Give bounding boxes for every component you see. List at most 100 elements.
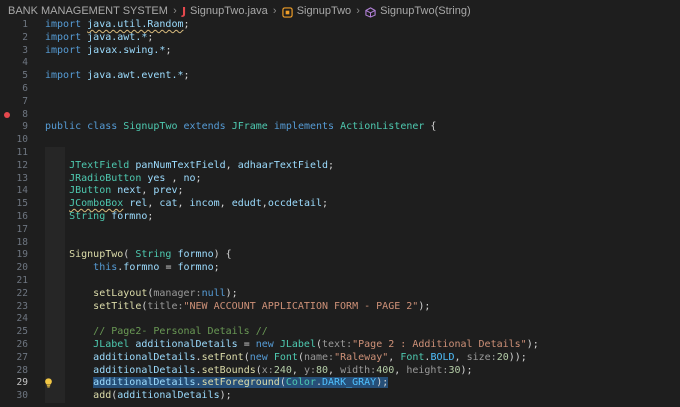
code-line[interactable]: 14 JButton next, prev; (0, 185, 680, 199)
code-token: additionalDetails (93, 377, 196, 389)
line-number: 17 (16, 223, 28, 235)
code-token: ); (219, 390, 232, 402)
code-line[interactable]: 28 additionalDetails.setBounds(x:240, y:… (0, 364, 680, 378)
code-line[interactable]: 15 JComboBox rel, cat, incom, edudt,occd… (0, 198, 680, 211)
code-line[interactable]: 10 (0, 134, 680, 147)
code-token: import (45, 19, 82, 30)
code-line[interactable]: 27 additionalDetails.setFont(new Font(na… (0, 351, 680, 365)
code-text: SignupTwo( String formno) { (45, 249, 232, 262)
code-line[interactable]: 20 this.formno = formno; (0, 262, 680, 275)
chevron-right-icon: › (272, 5, 277, 17)
code-token: import (45, 70, 82, 82)
code-token: new (249, 351, 268, 363)
code-token: ); (225, 287, 238, 299)
code-line[interactable]: 30 add(additionalDetails); (0, 390, 680, 403)
code-line[interactable]: 9 public class SignupTwo extends JFrame i… (0, 121, 680, 134)
code-token: no (183, 172, 196, 184)
code-token: ; (183, 70, 190, 82)
code-text: String formno; (45, 211, 153, 224)
code-token: name: (303, 351, 335, 363)
code-line[interactable]: 24 (0, 313, 680, 327)
indent-guide (45, 274, 65, 288)
code-token: "NEW ACCOUNT APPLICATION FORM - PAGE 2" (183, 300, 419, 312)
code-token: yes (147, 172, 166, 184)
code-line[interactable]: 29 additionalDetails.setForeground(Color… (0, 377, 680, 391)
code-token: SignupTwo (123, 121, 178, 133)
breakpoint-icon[interactable] (4, 111, 10, 118)
code-line[interactable]: 26 JLabel additionalDetails = new JLabel… (0, 338, 680, 352)
line-number: 15 (16, 198, 28, 210)
code-token: public (45, 121, 82, 133)
code-token: ; (328, 159, 335, 171)
line-number: 6 (22, 82, 28, 94)
code-line[interactable]: 4 (0, 57, 680, 70)
code-text: import java.util.Random; (45, 19, 190, 32)
code-token: , (147, 198, 160, 210)
code-line[interactable]: 11 (0, 146, 680, 160)
code-line[interactable]: 8 (0, 109, 680, 122)
code-line[interactable]: 6 (0, 83, 680, 96)
code-token: implements (273, 121, 335, 133)
indent-guide (45, 313, 65, 327)
breadcrumb-method[interactable]: SignupTwo(String) (380, 5, 471, 17)
code-lines[interactable]: 1 import java.util.Random; 2 import java.aw… (0, 19, 680, 403)
code-token: y: (303, 364, 316, 376)
code-token: String (69, 210, 106, 222)
chevron-right-icon: › (173, 5, 177, 17)
code-token: ); (418, 300, 431, 312)
code-token: text: (322, 338, 353, 350)
code-token: JButton (69, 185, 112, 197)
code-token: ) { (213, 249, 232, 261)
code-token: ActionListener (340, 121, 425, 133)
code-token: setFont (201, 351, 244, 363)
code-line[interactable]: 23 setTitle(title:"NEW ACCOUNT APPLICATI… (0, 300, 680, 314)
breadcrumb-file[interactable]: SignupTwo.java (190, 5, 268, 17)
line-number: 4 (22, 57, 28, 69)
code-token: JLabel (93, 338, 130, 350)
code-line[interactable]: 3 import javax.swing.*; (0, 45, 680, 58)
code-line[interactable]: 22 setLayout(manager:null); (0, 287, 680, 301)
code-line[interactable]: 17 (0, 223, 680, 237)
indent-guide (45, 236, 65, 250)
code-token: this (93, 262, 118, 274)
code-token: setLayout (93, 287, 148, 299)
code-line[interactable]: 13 JRadioButton yes , no; (0, 172, 680, 186)
code-line[interactable]: 1 import java.util.Random; (0, 19, 680, 32)
code-token: // Page2- Personal Details // (93, 326, 268, 338)
code-line[interactable]: 2 import java.awt.*; (0, 32, 680, 45)
code-text: JLabel additionalDetails = new JLabel(te… (45, 339, 539, 352)
code-text: import java.awt.event.*; (45, 70, 190, 83)
breadcrumb-folder[interactable]: BANK MANAGEMENT SYSTEM (8, 5, 168, 17)
code-token: Font (400, 351, 425, 363)
code-token: null (201, 287, 226, 299)
code-token: setTitle (93, 300, 142, 312)
code-token: = (237, 338, 256, 350)
breadcrumb-class[interactable]: SignupTwo (297, 5, 351, 17)
code-token: title: (147, 300, 184, 312)
code-line[interactable]: 12 JTextField panNumTextField, adhaarTex… (0, 159, 680, 173)
code-line[interactable]: 25 // Page2- Personal Details // (0, 326, 680, 339)
code-token: java.awt.event.* (87, 70, 184, 82)
code-line[interactable]: 5 import java.awt.event.*; (0, 70, 680, 83)
code-token: edudt (231, 198, 262, 210)
code-line[interactable]: 19 SignupTwo( String formno) { (0, 249, 680, 263)
code-line[interactable]: 21 (0, 274, 680, 288)
code-token: class (87, 121, 118, 133)
code-token: ; (322, 198, 329, 210)
line-number: 27 (16, 351, 28, 363)
code-token: , (177, 198, 190, 210)
code-line[interactable]: 16 String formno; (0, 210, 680, 224)
code-line[interactable]: 7 (0, 96, 680, 109)
code-token: javax.swing.* (87, 44, 166, 56)
code-text: setTitle(title:"NEW ACCOUNT APPLICATION … (45, 301, 430, 314)
line-number: 28 (16, 364, 28, 376)
code-token: "Raleway" (334, 351, 389, 363)
code-text: public class SignupTwo extends JFrame im… (45, 121, 436, 134)
code-text: add(additionalDetails); (45, 390, 232, 403)
code-editor[interactable]: BANK MANAGEMENT SYSTEM › J SignupTwo.jav… (0, 0, 680, 407)
code-line[interactable]: 18 (0, 236, 680, 250)
